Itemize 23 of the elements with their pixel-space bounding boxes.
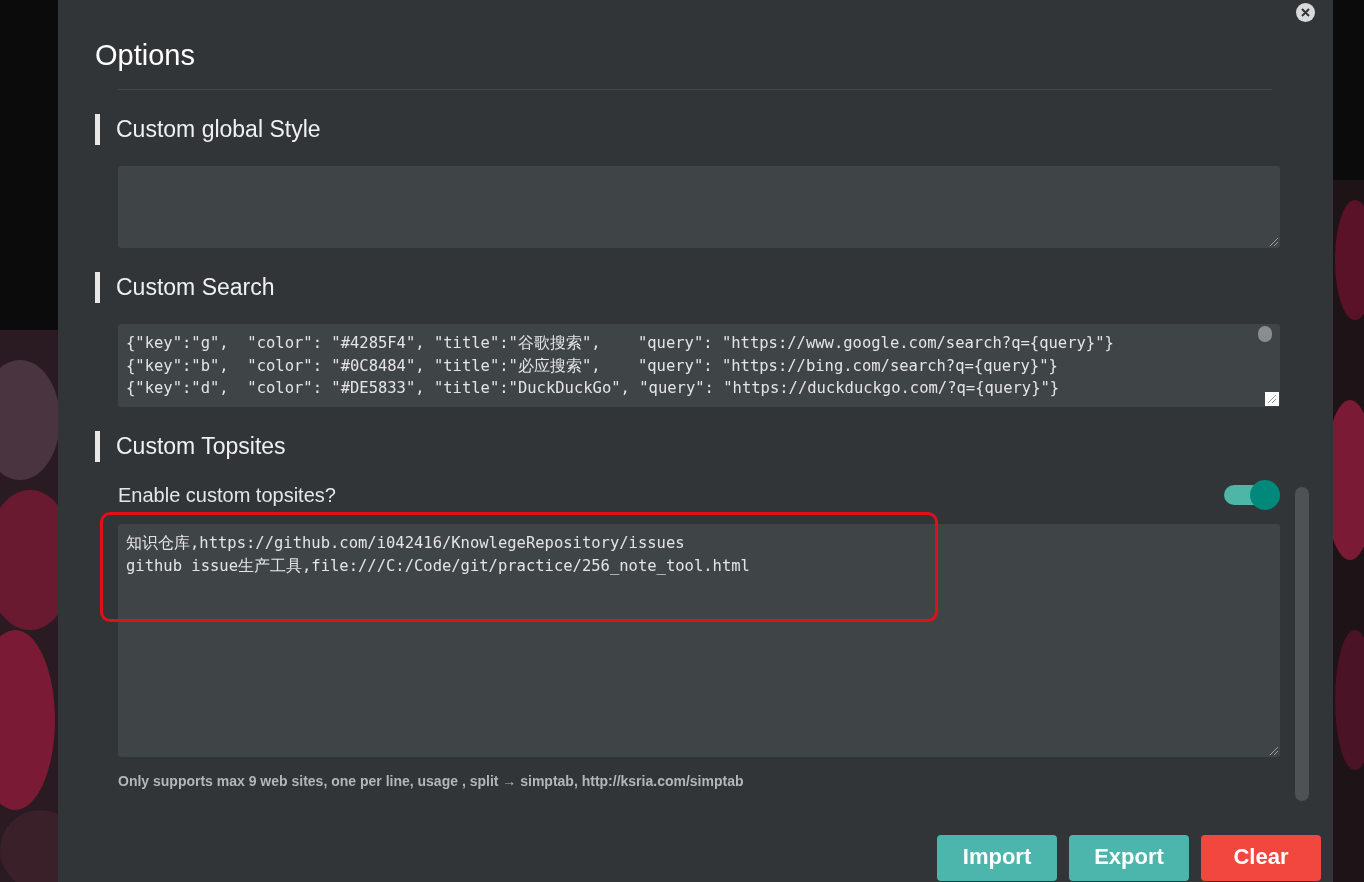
- resize-handle-icon[interactable]: [1265, 392, 1279, 406]
- action-button[interactable]: Export: [1069, 835, 1189, 881]
- toggle-switch[interactable]: [1224, 480, 1280, 510]
- dialog-title: Options: [95, 38, 196, 73]
- text-area[interactable]: [118, 324, 1280, 407]
- section-heading: Custom global Style: [116, 114, 321, 144]
- close-icon[interactable]: [1296, 3, 1315, 22]
- scrollbar-thumb[interactable]: [1295, 487, 1309, 801]
- section-heading: Custom Topsites: [116, 431, 286, 461]
- text-line: {"key":"g", "color": "#4285F4", "title":"谷歌搜索", "query": "https://www.google.com/search?q={query}"}: [126, 333, 1115, 354]
- resize-handle-icon[interactable]: [1267, 235, 1279, 247]
- resize-handle-icon[interactable]: [1267, 744, 1279, 756]
- hint-text: Only supports max 9 web sites, one per line, usage , split → simptab, http://ksria.com/simptab: [118, 772, 745, 791]
- text-area[interactable]: 知识仓库,https://github.com/i042416/KnowlegeRepository/issues github issue生产工具,file:///C:/Code/git/practice/256_note_tool.html: [118, 524, 1280, 757]
- action-button[interactable]: Import: [937, 835, 1057, 881]
- text-line: {"key":"d", "color": "#DE5833", "title":"DuckDuckGo", "query": "https://duckduckgo.com/?q={query}"}: [126, 378, 1061, 399]
- section-heading: Custom Search: [116, 272, 275, 302]
- text-line: {"key":"b", "color": "#0C8484", "title":"必应搜索", "query": "https://bing.com/search?q={query}"}: [126, 355, 1059, 377]
- text-line: 知识仓库,https://github.com/i042416/KnowlegeRepository/issues: [126, 533, 686, 554]
- scrollbar-thumb[interactable]: [1258, 326, 1272, 342]
- toggle-label: Enable custom topsites?: [118, 483, 336, 508]
- text-line: github issue生产工具,file:///C:/Code/git/practice/256_note_tool.html: [126, 555, 751, 577]
- action-button[interactable]: Clear: [1201, 835, 1321, 881]
